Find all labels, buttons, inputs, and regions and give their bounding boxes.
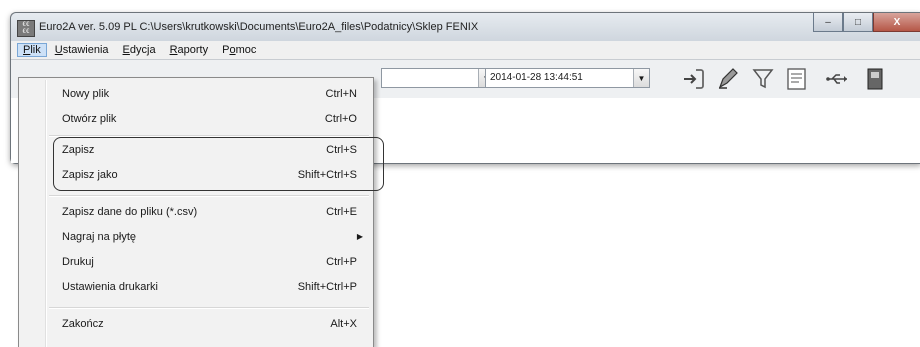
- menu-item-label: Nowy plik: [62, 88, 110, 100]
- menu-item-shortcut: Ctrl+P: [326, 256, 357, 268]
- menu-raporty-mnemonic: R: [169, 44, 178, 56]
- menu-edycja-label: dycja: [129, 44, 156, 56]
- menu-item-zapisz-csv[interactable]: Zapisz dane do pliku (*.csv) Ctrl+E: [21, 202, 371, 224]
- title-bar[interactable]: €€ €€ Euro2A ver. 5.09 PL C:\Users\krutko…: [11, 13, 920, 41]
- app-icon[interactable]: €€ €€: [17, 20, 35, 37]
- book-icon[interactable]: [861, 65, 889, 93]
- menu-plik-label: lik: [30, 44, 41, 56]
- menu-item-otworz-plik[interactable]: Otwórz plik Ctrl+O: [21, 109, 371, 131]
- menu-separator: [49, 135, 369, 137]
- window-controls: – □ X: [813, 13, 920, 33]
- menu-plik[interactable]: Plik: [17, 43, 47, 57]
- menu-item-shortcut: Ctrl+E: [326, 206, 357, 218]
- menu-item-shortcut: Shift+Ctrl+P: [297, 281, 357, 293]
- menu-raporty[interactable]: Raporty: [164, 43, 215, 57]
- menu-item-ustawienia-drukarki[interactable]: Ustawienia drukarki Shift+Ctrl+P: [21, 277, 371, 299]
- menu-item-label: Nagraj na płytę: [62, 231, 136, 243]
- menu-bar: Plik Ustawienia Edycja Raporty Pomoc: [11, 41, 920, 59]
- menu-item-label: Zapisz jako: [62, 169, 118, 181]
- menu-item-zapisz[interactable]: Zapisz Ctrl+S: [21, 140, 371, 162]
- menu-item-shortcut: Ctrl+S: [326, 144, 357, 156]
- file-menu-dropdown: Nowy plik Ctrl+N Otwórz plik Ctrl+O Zapi…: [18, 77, 384, 347]
- close-button[interactable]: X: [873, 13, 920, 32]
- datetime-combo[interactable]: 2014-01-28 13:44:51 ▼: [485, 68, 650, 88]
- usb-icon[interactable]: [823, 65, 851, 93]
- menu-item-label: Zapisz: [62, 144, 95, 156]
- filter-funnel-icon[interactable]: [749, 65, 777, 93]
- menu-pomoc[interactable]: Pomoc: [216, 43, 262, 57]
- menu-item-shortcut: Ctrl+N: [325, 88, 357, 100]
- maximize-button[interactable]: □: [843, 13, 873, 32]
- chevron-down-icon[interactable]: ▼: [633, 69, 649, 87]
- menu-item-zakoncz[interactable]: Zakończ Alt+X: [21, 314, 371, 336]
- menu-item-drukuj[interactable]: Drukuj Ctrl+P: [21, 252, 371, 274]
- menu-ustawienia-label: stawienia: [62, 44, 109, 56]
- edit-pencil-icon[interactable]: [714, 65, 742, 93]
- datetime-value: 2014-01-28 13:44:51: [490, 72, 583, 83]
- menu-ustawienia[interactable]: Ustawienia: [49, 43, 115, 57]
- menu-pomoc-label: moc: [235, 44, 257, 56]
- document-list-icon[interactable]: [783, 65, 811, 93]
- menu-item-label: Ustawienia drukarki: [62, 281, 158, 293]
- menu-item-shortcut: Alt+X: [330, 318, 357, 330]
- menu-item-shortcut: Ctrl+O: [324, 113, 357, 125]
- menu-edycja[interactable]: Edycja: [117, 43, 162, 57]
- menu-separator: [49, 195, 369, 197]
- menu-item-label: Drukuj: [62, 256, 94, 268]
- menu-item-zapisz-jako[interactable]: Zapisz jako Shift+Ctrl+S: [21, 165, 371, 187]
- menu-item-nagraj-na-plyte[interactable]: Nagraj na płytę ▶: [21, 227, 371, 249]
- menu-edycja-mnemonic: E: [122, 44, 130, 56]
- menu-separator: [49, 307, 369, 309]
- minimize-button[interactable]: –: [813, 13, 843, 32]
- menu-item-label: Otwórz plik: [62, 113, 117, 125]
- taxpayer-combo[interactable]: ▼: [381, 68, 495, 88]
- menu-item-label: Zapisz dane do pliku (*.csv): [62, 206, 198, 218]
- menu-ustawienia-mnemonic: U: [54, 44, 63, 56]
- window-title: Euro2A ver. 5.09 PL C:\Users\krutkowski\…: [39, 21, 479, 33]
- menu-item-nowy-plik[interactable]: Nowy plik Ctrl+N: [21, 84, 371, 106]
- submenu-arrow-icon: ▶: [356, 232, 363, 241]
- menu-raporty-label: aporty: [177, 44, 209, 56]
- menu-item-label: Zakończ: [62, 318, 104, 330]
- menu-item-shortcut: Shift+Ctrl+S: [297, 169, 357, 181]
- import-arrow-icon[interactable]: [679, 65, 707, 93]
